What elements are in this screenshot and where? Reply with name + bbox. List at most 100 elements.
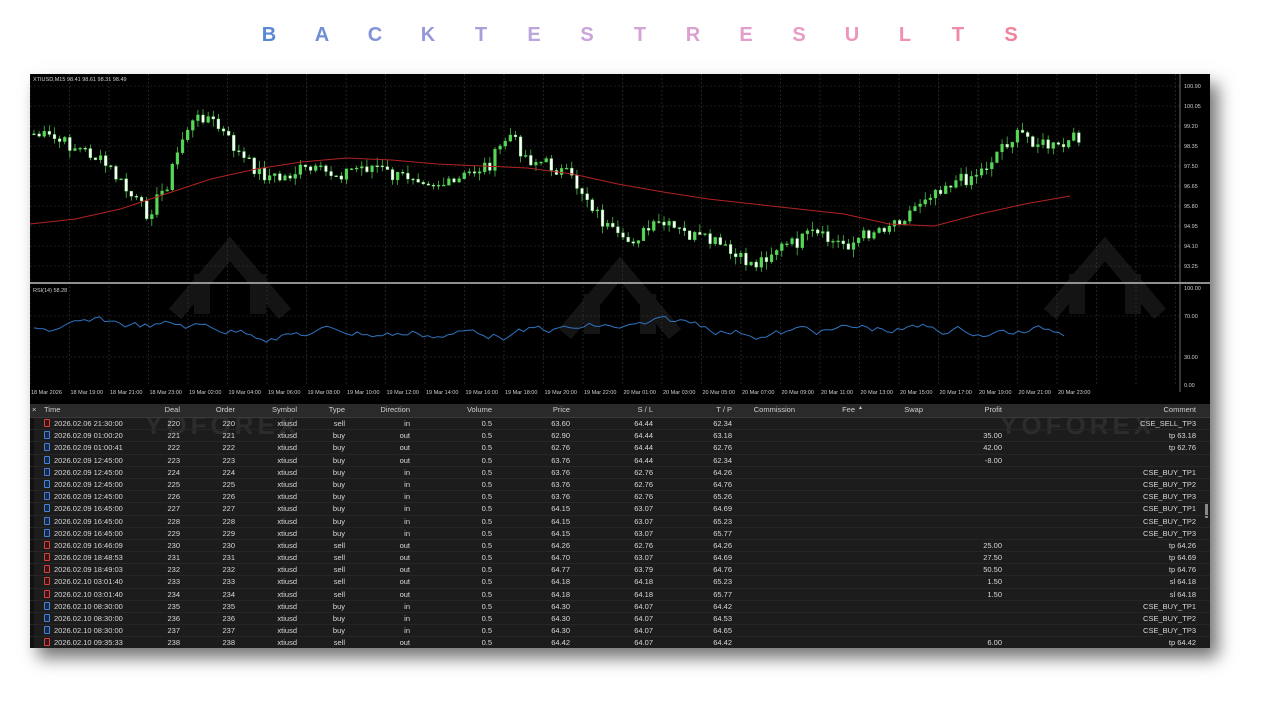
deals-table[interactable]: YOFOREX YOFOREX × Time Deal Order Symbol Type… bbox=[30, 404, 1210, 648]
table-row[interactable]: 2026.02.09 18:48:53 231 231 xtiusd sell out 0.… bbox=[30, 552, 1210, 565]
cell-sl: 62.76 bbox=[634, 540, 653, 550]
title-letter: T bbox=[474, 24, 488, 46]
cell-time-wrap: 2026.02.10 08:30:00 bbox=[44, 614, 134, 623]
column-header-profit[interactable]: Profit bbox=[950, 405, 1002, 414]
column-header-fee[interactable]: Fee bbox=[830, 405, 855, 414]
cell-price: 64.18 bbox=[551, 577, 570, 587]
column-header-type[interactable]: Type bbox=[305, 405, 345, 414]
column-header-tp[interactable]: T / P bbox=[690, 405, 732, 414]
cell-time-wrap: 2026.02.09 12:45:00 bbox=[44, 492, 134, 501]
cell-direction: in bbox=[404, 467, 410, 477]
table-row[interactable]: 2026.02.06 21:30:00 220 220 xtiusd sell in 0.5… bbox=[30, 418, 1210, 431]
title-letter: S bbox=[580, 24, 594, 46]
cell-tp: 62.76 bbox=[713, 443, 732, 453]
cell-time: 2026.02.09 01:00:41 bbox=[54, 443, 123, 453]
cell-type: buy bbox=[332, 516, 345, 526]
candle-body bbox=[764, 257, 769, 262]
cell-comment: CSE_BUY_TP2 bbox=[1143, 614, 1196, 623]
candle-body bbox=[462, 172, 466, 179]
cell-symbol: xtiusd bbox=[277, 431, 297, 441]
table-row[interactable]: 2026.02.10 09:35:33 238 238 xtiusd sell out 0.… bbox=[30, 637, 1210, 648]
candle-body bbox=[283, 175, 287, 181]
column-header-symbol[interactable]: Symbol bbox=[245, 405, 297, 414]
candle-body bbox=[78, 147, 82, 150]
price-chart[interactable]: 100.90 100.05 99.20 98.35 97.50 96.65 95.80 94.… bbox=[30, 74, 1210, 404]
cell-profit: -8.00 bbox=[984, 455, 1002, 465]
cell-time-wrap: 2026.02.10 08:30:00 bbox=[44, 601, 134, 611]
candle-body bbox=[816, 229, 820, 234]
cell-time-wrap: 2026.02.09 16:45:00 bbox=[44, 504, 134, 513]
column-header-direction[interactable]: Direction bbox=[365, 405, 410, 414]
candle-body bbox=[298, 164, 302, 175]
cell-symbol: xtiusd bbox=[277, 626, 297, 636]
candle-body bbox=[734, 253, 738, 258]
price-tick-label: 98.35 bbox=[1184, 144, 1198, 150]
candle-body bbox=[867, 230, 871, 239]
cell-sl: 64.07 bbox=[634, 614, 653, 623]
table-row[interactable]: 2026.02.10 08:30:00 237 237 xtiusd buy in 0.5 6… bbox=[30, 625, 1210, 638]
candle-body bbox=[308, 166, 313, 171]
time-label: 19 Mar 02:00 bbox=[189, 390, 221, 396]
cell-tp: 64.69 bbox=[713, 504, 732, 514]
table-row[interactable]: 2026.02.10 03:01:40 233 233 xtiusd sell out 0.… bbox=[30, 576, 1210, 589]
column-header-price[interactable]: Price bbox=[520, 405, 570, 414]
column-header-time[interactable]: Time bbox=[44, 405, 134, 414]
table-row[interactable]: 2026.02.09 12:45:00 223 223 xtiusd buy out 0.5… bbox=[30, 455, 1210, 467]
table-row[interactable]: 2026.02.09 16:46:09 230 230 xtiusd sell out 0.… bbox=[30, 540, 1210, 553]
table-row[interactable]: 2026.02.09 16:45:00 227 227 xtiusd buy in 0.5 6… bbox=[30, 503, 1210, 516]
cell-tp: 64.76 bbox=[713, 565, 732, 575]
rsi-tick-label: 30.00 bbox=[1184, 355, 1198, 361]
cell-type: sell bbox=[333, 419, 345, 428]
symbol-info: XTIUSD,M15 98.41 98.61 98.31 98.49 bbox=[33, 77, 127, 83]
cell-tp: 64.69 bbox=[713, 553, 732, 563]
cell-deal: 238 bbox=[167, 638, 180, 648]
cell-deal: 224 bbox=[167, 467, 180, 477]
table-row[interactable]: 2026.02.09 12:45:00 226 226 xtiusd buy in 0.5 6… bbox=[30, 491, 1210, 504]
table-row[interactable]: 2026.02.10 08:30:00 235 235 xtiusd buy in 0.5 6… bbox=[30, 601, 1210, 613]
table-row[interactable]: 2026.02.10 08:30:00 236 236 xtiusd buy in 0.5 6… bbox=[30, 613, 1210, 626]
table-row[interactable]: 2026.02.09 12:45:00 225 225 xtiusd buy in 0.5 6… bbox=[30, 479, 1210, 492]
buy-deal-icon bbox=[44, 516, 50, 525]
table-row[interactable]: 2026.02.10 03:01:40 234 234 xtiusd sell out 0.… bbox=[30, 589, 1210, 601]
table-row[interactable]: 2026.02.09 01:00:20 221 221 xtiusd buy out 0.5… bbox=[30, 430, 1210, 443]
candle-body bbox=[508, 134, 512, 142]
table-row[interactable]: 2026.02.09 18:49:03 232 232 xtiusd sell out 0.… bbox=[30, 564, 1210, 577]
column-header-commission[interactable]: Commission bbox=[740, 405, 795, 414]
title-letter: T bbox=[951, 24, 965, 46]
column-header-comment[interactable]: Comment bbox=[1090, 405, 1196, 414]
cell-symbol: xtiusd bbox=[277, 528, 297, 538]
column-header-deal[interactable]: Deal bbox=[140, 405, 180, 414]
sort-asc-icon[interactable]: ▲ bbox=[858, 405, 863, 411]
candle-body bbox=[32, 133, 36, 136]
time-label: 19 Mar 22:00 bbox=[584, 390, 616, 396]
cell-comment: CSE_BUY_TP1 bbox=[1143, 467, 1196, 477]
column-header-volume[interactable]: Volume bbox=[450, 405, 492, 414]
table-row[interactable]: 2026.02.09 12:45:00 224 224 xtiusd buy in 0.5 6… bbox=[30, 467, 1210, 479]
cell-profit: 25.00 bbox=[983, 540, 1002, 550]
candle-body bbox=[349, 168, 354, 171]
buy-deal-icon bbox=[44, 431, 50, 440]
column-header-swap[interactable]: Swap bbox=[885, 405, 923, 414]
close-table-icon[interactable]: × bbox=[32, 405, 36, 414]
cell-profit: 1.50 bbox=[987, 577, 1002, 587]
cell-tp: 64.26 bbox=[713, 467, 732, 477]
cell-sl: 64.44 bbox=[634, 431, 653, 441]
column-header-sl[interactable]: S / L bbox=[615, 405, 653, 414]
table-row[interactable]: 2026.02.09 16:45:00 229 229 xtiusd buy in 0.5 6… bbox=[30, 528, 1210, 540]
candle-body bbox=[426, 183, 430, 186]
table-row[interactable]: 2026.02.09 01:00:41 222 222 xtiusd buy out 0.5… bbox=[30, 442, 1210, 455]
cell-sl: 63.07 bbox=[634, 553, 653, 563]
time-label: 20 Mar 01:00 bbox=[624, 390, 656, 396]
candle-body bbox=[334, 175, 338, 178]
table-row[interactable]: 2026.02.09 16:45:00 228 228 xtiusd buy in 0.5 6… bbox=[30, 516, 1210, 528]
cell-price: 63.76 bbox=[551, 455, 570, 465]
buy-deal-icon bbox=[44, 492, 50, 501]
time-label: 20 Mar 05:00 bbox=[703, 390, 735, 396]
cell-direction: out bbox=[399, 443, 410, 453]
cell-direction: out bbox=[399, 577, 410, 587]
column-header-order[interactable]: Order bbox=[190, 405, 235, 414]
candle-body bbox=[63, 137, 67, 142]
cell-profit: 42.00 bbox=[983, 443, 1002, 453]
buy-deal-icon bbox=[44, 443, 50, 452]
cell-time: 2026.02.09 01:00:20 bbox=[54, 431, 123, 441]
